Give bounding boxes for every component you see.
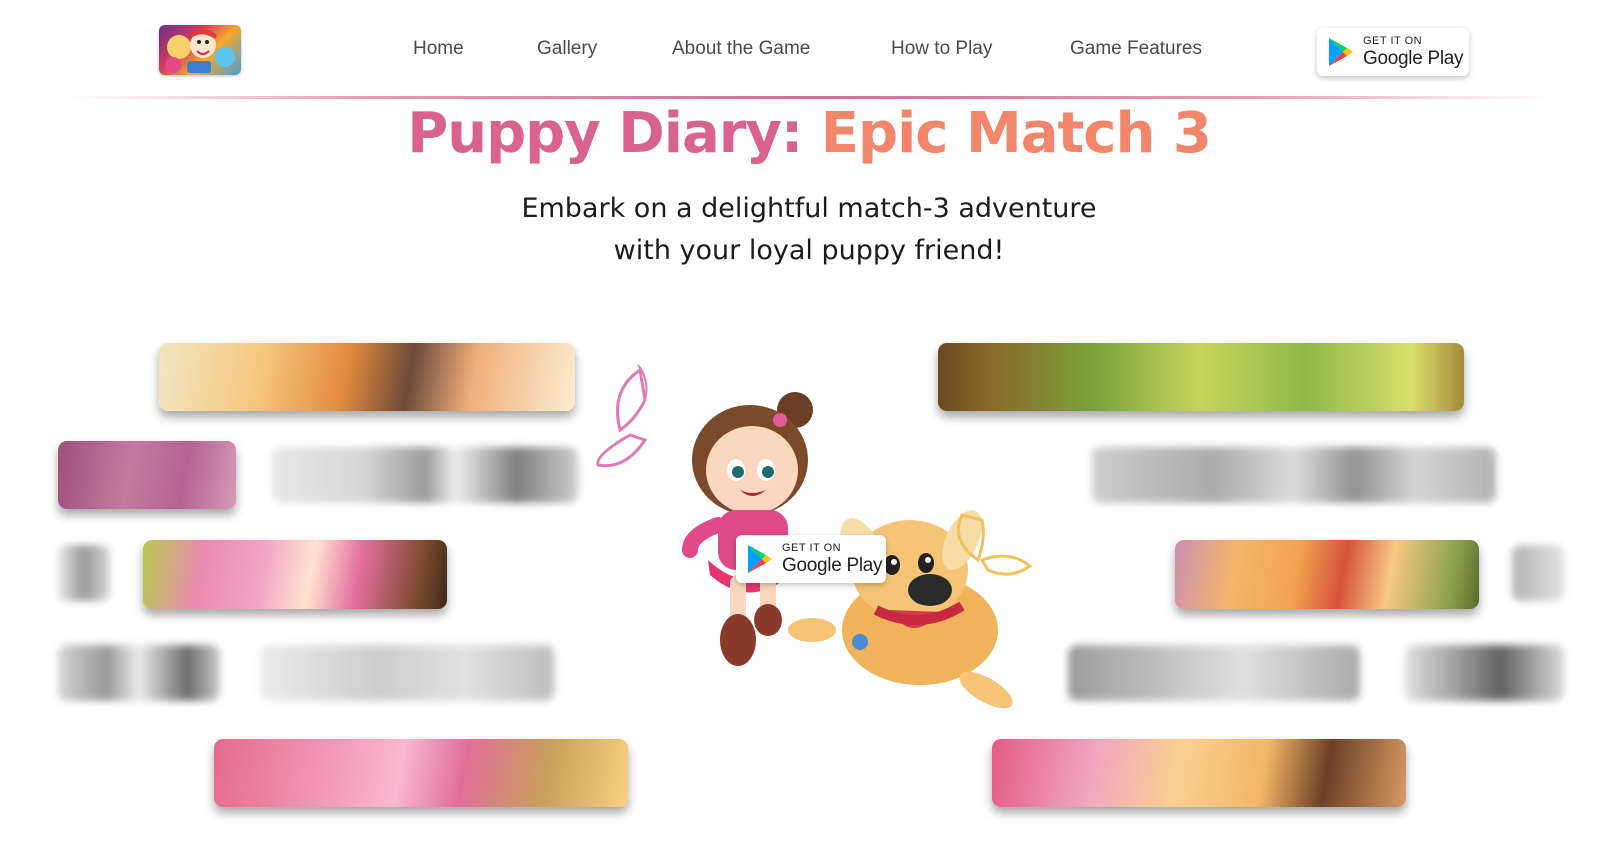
gallery-strip-blurred — [272, 447, 578, 503]
gallery-strip-blurred — [1512, 545, 1564, 601]
nav-home[interactable]: Home — [413, 38, 464, 60]
subtitle-line-2: with your loyal puppy friend! — [613, 235, 1005, 266]
google-play-hero-button[interactable]: GET IT ON Google Play — [736, 535, 886, 583]
gallery-strip-blurred — [1068, 645, 1360, 701]
site-header: Home Gallery About the Game How to Play … — [0, 0, 1618, 100]
title-part-2: Epic Match 3 — [820, 101, 1212, 166]
pink-butterfly-icon — [596, 364, 648, 468]
gallery-strip-blurred — [1405, 645, 1564, 701]
google-play-icon — [1329, 38, 1353, 66]
gallery-strip — [1175, 540, 1479, 609]
badge-small-text: GET IT ON — [1363, 35, 1423, 47]
google-play-text: GET IT ON Google Play — [1363, 35, 1464, 69]
gallery-strip — [159, 343, 575, 411]
page-subtitle: Embark on a delightful match-3 adventure… — [0, 188, 1618, 272]
google-play-button[interactable]: GET IT ON Google Play — [1317, 28, 1469, 76]
nav-about-the-game[interactable]: About the Game — [672, 38, 810, 60]
badge-big-text: Google Play — [782, 555, 883, 576]
gallery-strip-blurred — [260, 645, 554, 701]
title-part-1: Puppy Diary: — [407, 101, 803, 166]
subtitle-line-1: Embark on a delightful match-3 adventure — [521, 193, 1097, 224]
gallery-strip — [214, 739, 628, 807]
gallery-strip-blurred — [58, 545, 110, 601]
badge-small-text: GET IT ON — [782, 542, 842, 554]
page-title: Puppy Diary: Epic Match 3 — [0, 98, 1618, 170]
nav-how-to-play[interactable]: How to Play — [891, 38, 992, 60]
nav-gallery[interactable]: Gallery — [537, 38, 597, 60]
gallery-strip-blurred — [58, 645, 220, 701]
gallery-strip — [143, 540, 447, 609]
google-play-icon — [748, 545, 772, 573]
google-play-text: GET IT ON Google Play — [782, 542, 883, 576]
gallery-strip — [58, 441, 236, 509]
nav-game-features[interactable]: Game Features — [1070, 38, 1202, 60]
gallery-strip — [992, 739, 1406, 807]
gallery-strip-blurred — [1092, 447, 1496, 503]
badge-big-text: Google Play — [1363, 48, 1464, 69]
